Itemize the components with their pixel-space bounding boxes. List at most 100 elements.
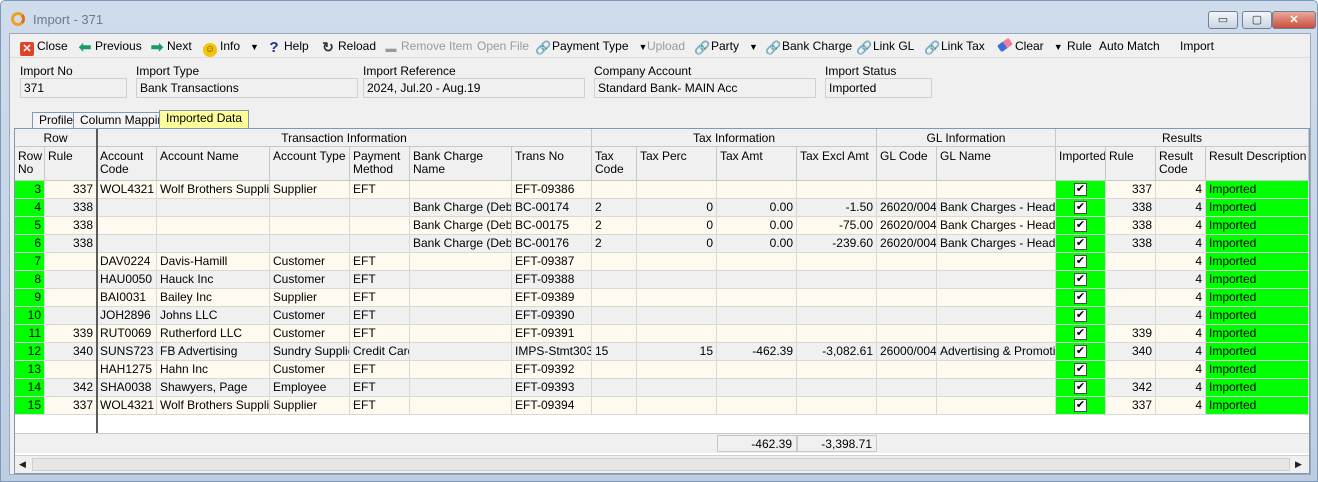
column-header-payment-method[interactable]: Payment Method: [350, 147, 410, 181]
imported-checkbox[interactable]: ✔: [1074, 219, 1087, 232]
imported-checkbox[interactable]: ✔: [1074, 255, 1087, 268]
link-tax-button[interactable]: 🔗Link Tax: [924, 38, 985, 55]
cell-imported[interactable]: ✔: [1056, 289, 1106, 307]
cell-imported[interactable]: ✔: [1056, 379, 1106, 397]
column-header-tax-perc[interactable]: Tax Perc: [637, 147, 717, 181]
column-header-gl-name[interactable]: GL Name: [937, 147, 1056, 181]
imported-checkbox[interactable]: ✔: [1074, 363, 1087, 376]
info-dropdown-icon[interactable]: ▼: [250, 39, 259, 55]
table-row[interactable]: 5 338 Bank Charge (Debit) BC-00175 2 0 0.00 -75…: [15, 217, 1309, 235]
column-header-account-name[interactable]: Account Name: [157, 147, 270, 181]
table-row[interactable]: 11 339 RUT0069 Rutherford LLC Customer EFT EFT…: [15, 325, 1309, 343]
bank-charge-button[interactable]: 🔗Bank Charge: [765, 38, 852, 55]
close-button[interactable]: ✕ Close: [20, 38, 68, 56]
cell-imported[interactable]: ✔: [1056, 361, 1106, 379]
import-status-field[interactable]: Imported: [825, 78, 932, 98]
column-header-rule[interactable]: Rule: [45, 147, 97, 181]
table-row[interactable]: 10 JOH2896 Johns LLC Customer EFT EFT-09390 ✔ 4…: [15, 307, 1309, 325]
column-header-tax-excl-amt[interactable]: Tax Excl Amt: [797, 147, 877, 181]
imported-checkbox[interactable]: ✔: [1074, 273, 1087, 286]
party-button[interactable]: 🔗Party ▼: [694, 38, 758, 55]
tab-imported-data[interactable]: Imported Data: [159, 110, 250, 128]
cell-result-code: 4: [1156, 343, 1206, 361]
cell-imported[interactable]: ✔: [1056, 181, 1106, 199]
horizontal-scrollbar[interactable]: ◀ ▶: [15, 455, 1309, 473]
rule-button[interactable]: Rule: [1067, 38, 1092, 54]
cell-payment-method: EFT: [350, 361, 410, 379]
cell-result-description: Imported: [1206, 325, 1309, 343]
table-row[interactable]: 9 BAI0031 Bailey Inc Supplier EFT EFT-09389 ✔ 4…: [15, 289, 1309, 307]
import-type-field[interactable]: Bank Transactions: [136, 78, 358, 98]
imported-checkbox[interactable]: ✔: [1074, 381, 1087, 394]
cell-imported[interactable]: ✔: [1056, 199, 1106, 217]
cell-imported[interactable]: ✔: [1056, 217, 1106, 235]
column-header-trans-no[interactable]: Trans No: [512, 147, 592, 181]
clear-dropdown-icon[interactable]: ▼: [1054, 39, 1063, 55]
cell-imported[interactable]: ✔: [1056, 235, 1106, 253]
maximize-button[interactable]: ▢: [1242, 11, 1272, 29]
import-reference-field[interactable]: 2024, Jul.20 - Aug.19: [363, 78, 585, 98]
link-gl-button[interactable]: 🔗Link GL: [856, 38, 914, 55]
imported-checkbox[interactable]: ✔: [1074, 183, 1087, 196]
cell-tax-excl-amt: [797, 271, 877, 289]
table-row[interactable]: 14 342 SHA0038 Shawyers, Page Employee EFT EFT…: [15, 379, 1309, 397]
cell-gl-code: [877, 307, 937, 325]
table-row[interactable]: 7 DAV0224 Davis-Hamill Customer EFT EFT-09387…: [15, 253, 1309, 271]
imported-checkbox[interactable]: ✔: [1074, 309, 1087, 322]
cell-result-rule: 338: [1106, 235, 1156, 253]
cell-imported[interactable]: ✔: [1056, 343, 1106, 361]
clear-button[interactable]: Clear ▼: [996, 37, 1063, 55]
cell-result-rule: [1106, 271, 1156, 289]
help-button[interactable]: ? Help: [267, 38, 308, 55]
company-account-field[interactable]: Standard Bank- MAIN Acc: [594, 78, 816, 98]
import-no-field[interactable]: 371: [20, 78, 127, 98]
column-header-result-description[interactable]: Result Description: [1206, 147, 1309, 181]
column-header-result-code[interactable]: Result Code: [1156, 147, 1206, 181]
open-file-button[interactable]: Open File: [477, 38, 529, 54]
reload-button[interactable]: ↻ Reload: [321, 38, 376, 54]
scroll-right-arrow-icon[interactable]: ▶: [1295, 459, 1302, 470]
column-header-row-no[interactable]: Row No: [15, 147, 45, 181]
imported-checkbox[interactable]: ✔: [1074, 291, 1087, 304]
remove-item-button[interactable]: ▬ Remove Item: [384, 38, 473, 55]
column-header-tax-code[interactable]: Tax Code: [592, 147, 637, 181]
table-row[interactable]: 4 338 Bank Charge (Debit) BC-00174 2 0 0.00 -1.…: [15, 199, 1309, 217]
title-bar[interactable]: Import - 371 ▭ ▢ ✕: [1, 1, 1317, 33]
cell-result-code: 4: [1156, 397, 1206, 415]
table-row[interactable]: 15 337 WOL4321 Wolf Brothers Supplies Suppli…: [15, 397, 1309, 415]
import-button[interactable]: Import: [1180, 38, 1214, 54]
party-dropdown-icon[interactable]: ▼: [749, 39, 758, 55]
table-row[interactable]: 13 HAH1275 Hahn Inc Customer EFT EFT-09392 ✔ 4 I…: [15, 361, 1309, 379]
minimize-button[interactable]: ▭: [1208, 11, 1238, 29]
imported-checkbox[interactable]: ✔: [1074, 399, 1087, 412]
column-header-gl-code[interactable]: GL Code: [877, 147, 937, 181]
imported-checkbox[interactable]: ✔: [1074, 345, 1087, 358]
column-header-bank-charge-name[interactable]: Bank Charge Name: [410, 147, 512, 181]
table-row[interactable]: 3 337 WOL4321 Wolf Brothers Supplies Supplie…: [15, 181, 1309, 199]
cell-imported[interactable]: ✔: [1056, 307, 1106, 325]
scroll-left-arrow-icon[interactable]: ◀: [19, 459, 26, 470]
column-header-account-code[interactable]: Account Code: [97, 147, 157, 181]
auto-match-button[interactable]: Auto Match: [1099, 38, 1160, 54]
table-row[interactable]: 8 HAU0050 Hauck Inc Customer EFT EFT-09388 ✔ 4 I…: [15, 271, 1309, 289]
payment-type-button[interactable]: 🔗Payment Type ▼: [535, 38, 647, 55]
cell-imported[interactable]: ✔: [1056, 397, 1106, 415]
imported-checkbox[interactable]: ✔: [1074, 237, 1087, 250]
info-button[interactable]: ☺ Info ▼: [203, 38, 259, 57]
scroll-thumb[interactable]: [32, 458, 1290, 471]
imported-checkbox[interactable]: ✔: [1074, 201, 1087, 214]
upload-button[interactable]: Upload: [647, 38, 685, 54]
window-close-button[interactable]: ✕: [1272, 11, 1316, 29]
previous-button[interactable]: ⬅ Previous: [78, 38, 142, 55]
column-header-tax-amt[interactable]: Tax Amt: [717, 147, 797, 181]
imported-checkbox[interactable]: ✔: [1074, 327, 1087, 340]
next-button[interactable]: ➡ Next: [150, 38, 192, 55]
column-header-result-rule[interactable]: Rule: [1106, 147, 1156, 181]
cell-imported[interactable]: ✔: [1056, 325, 1106, 343]
table-row[interactable]: 12 340 SUNS723 FB Advertising Sundry Supplie…: [15, 343, 1309, 361]
cell-imported[interactable]: ✔: [1056, 271, 1106, 289]
column-header-account-type[interactable]: Account Type: [270, 147, 350, 181]
cell-imported[interactable]: ✔: [1056, 253, 1106, 271]
column-header-imported[interactable]: Imported: [1056, 147, 1106, 181]
table-row[interactable]: 6 338 Bank Charge (Debit) BC-00176 2 0 0.00 -23…: [15, 235, 1309, 253]
